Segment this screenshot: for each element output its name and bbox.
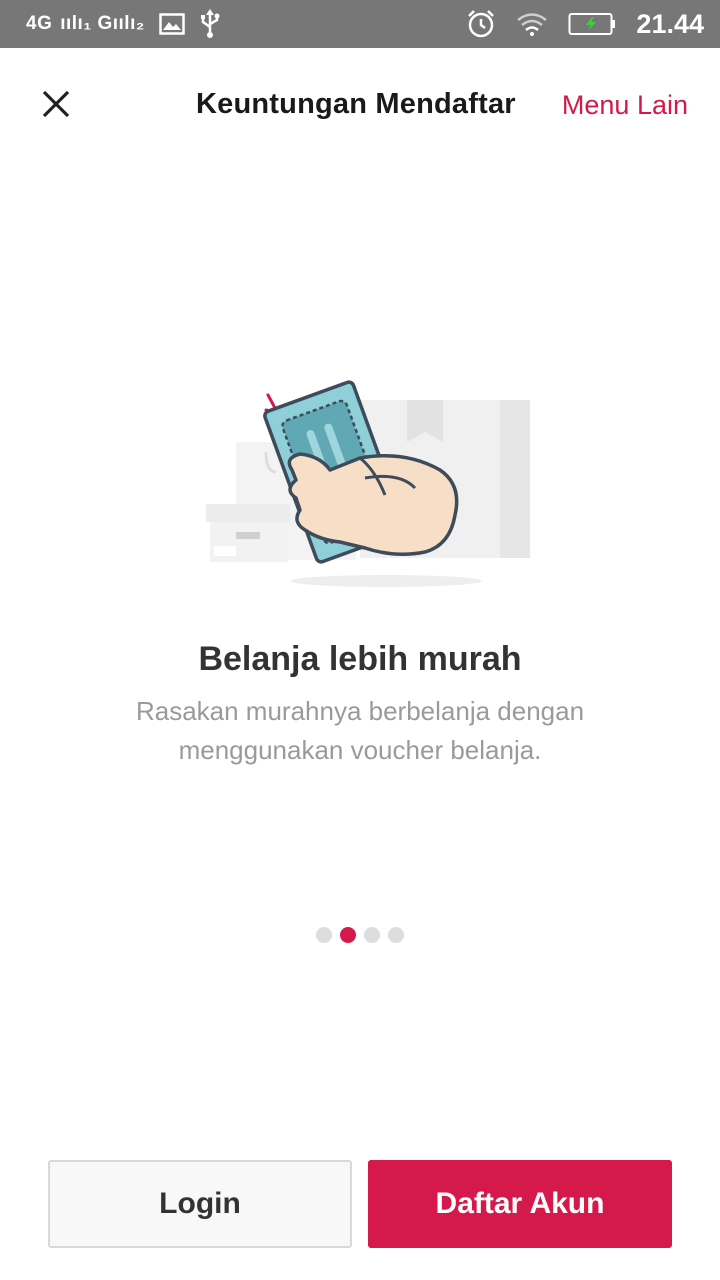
register-button-label: Daftar Akun xyxy=(435,1187,605,1220)
page-title: Keuntungan Mendaftar xyxy=(196,88,516,120)
close-button[interactable] xyxy=(30,84,82,124)
network-signal-label: 4G ıılı₁ Gıılı₂ xyxy=(26,13,145,34)
app-header: Keuntungan Mendaftar Menu Lain xyxy=(0,48,720,160)
status-bar-right: 21.44 xyxy=(466,0,704,48)
status-bar: 4G ıılı₁ Gıılı₂ 21.44 xyxy=(0,0,720,48)
hand-holding-voucher-illustration xyxy=(206,380,530,587)
battery-charging-icon xyxy=(568,13,616,35)
gallery-icon xyxy=(159,13,185,35)
wifi-icon xyxy=(517,13,548,36)
pagination-dot-active[interactable] xyxy=(340,927,356,943)
slide-title: Belanja lebih murah xyxy=(198,640,522,678)
register-button[interactable]: Daftar Akun xyxy=(368,1160,672,1248)
pagination-dot[interactable] xyxy=(388,927,404,943)
menu-lain-link[interactable]: Menu Lain xyxy=(562,90,688,121)
status-time: 21.44 xyxy=(636,8,704,39)
pagination-dots xyxy=(0,927,720,943)
close-icon xyxy=(42,90,70,118)
pagination-dot[interactable] xyxy=(316,927,332,943)
alarm-icon xyxy=(468,10,495,38)
status-bar-left: 4G ıılı₁ Gıılı₂ xyxy=(26,0,221,48)
slide-description: Rasakan murahnya berbelanja dengan mengg… xyxy=(135,696,585,765)
login-button-label: Login xyxy=(159,1187,241,1220)
pagination-dot[interactable] xyxy=(364,927,380,943)
login-button[interactable]: Login xyxy=(48,1160,352,1248)
usb-icon xyxy=(200,9,220,38)
